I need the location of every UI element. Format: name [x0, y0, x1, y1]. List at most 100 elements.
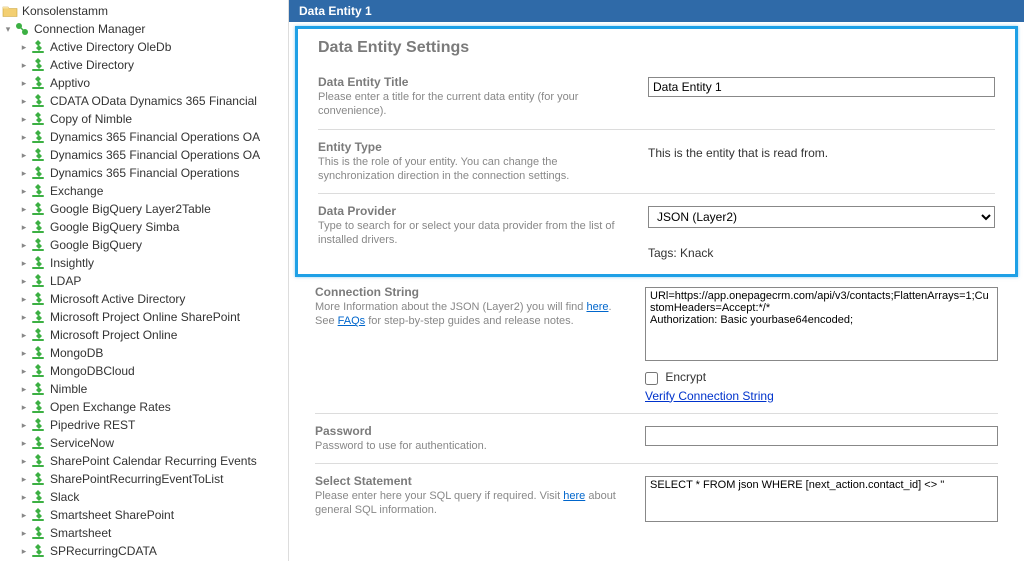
connection-icon [30, 525, 46, 541]
chevron-right-icon[interactable]: ▸ [18, 41, 30, 53]
tree-leaf[interactable]: ▸ Microsoft Project Online SharePoint [0, 308, 288, 326]
select-label: Select Statement [315, 474, 625, 488]
chevron-right-icon[interactable]: ▸ [18, 95, 30, 107]
tree-leaf-label: Insightly [50, 256, 94, 270]
chevron-right-icon[interactable]: ▸ [18, 131, 30, 143]
tree-leaf[interactable]: ▸Microsoft Project Online [0, 326, 288, 344]
connstr-desc: More Information about the JSON (Layer2)… [315, 300, 625, 329]
tree-leaf[interactable]: ▸Dynamics 365 Financial Operations [0, 164, 288, 182]
connection-icon [30, 201, 46, 217]
tree-leaf[interactable]: ▸Slack [0, 488, 288, 506]
tree-leaf-label: Google BigQuery [50, 238, 142, 252]
tree-leaf[interactable]: ▸Active Directory OleDb [0, 38, 288, 56]
tree-leaf[interactable]: ▸LDAP [0, 272, 288, 290]
connstr-faqs-link[interactable]: FAQs [338, 315, 366, 327]
chevron-right-icon[interactable]: ▸ [18, 293, 30, 305]
chevron-right-icon[interactable]: ▸ [18, 239, 30, 251]
folder-icon [2, 4, 18, 18]
connection-icon [30, 507, 46, 523]
chevron-right-icon[interactable]: ▸ [18, 59, 30, 71]
connection-icon [30, 435, 46, 451]
tree-leaf[interactable]: ▸Google BigQuery Simba [0, 218, 288, 236]
connection-icon [30, 291, 46, 307]
tree-leaf[interactable]: ▸ Smartsheet SharePoint [0, 506, 288, 524]
verify-connstr-link[interactable]: Verify Connection String [645, 389, 774, 403]
connection-icon [30, 75, 46, 91]
chevron-right-icon[interactable]: ▸ [18, 545, 30, 557]
tree-leaf[interactable]: ▸Dynamics 365 Financial Operations OA [0, 128, 288, 146]
chevron-right-icon[interactable]: ▸ [18, 365, 30, 377]
main-panel: Data Entity 1 Data Entity Settings Data … [288, 0, 1024, 561]
chevron-right-icon[interactable]: ▸ [18, 203, 30, 215]
tree-leaf[interactable]: ▸Microsoft Active Directory [0, 290, 288, 308]
tree-leaf-label: Smartsheet SharePoint [50, 508, 174, 522]
connstr-here-link[interactable]: here [586, 301, 608, 313]
connection-icon [30, 345, 46, 361]
tree-connmgr[interactable]: ▾ Connection Manager [0, 20, 288, 38]
chevron-right-icon[interactable]: ▸ [18, 167, 30, 179]
password-input[interactable] [645, 426, 998, 446]
tree-leaf[interactable]: ▸Google BigQuery Layer2Table [0, 200, 288, 218]
tree-leaf[interactable]: ▸ Open Exchange Rates [0, 398, 288, 416]
connstr-textarea[interactable] [645, 287, 998, 361]
tree-leaf-label: CDATA OData Dynamics 365 Financial [50, 94, 257, 108]
chevron-right-icon[interactable]: ▸ [18, 383, 30, 395]
tree-sidebar[interactable]: Konsolenstamm ▾ Connection Manager ▸Acti… [0, 0, 288, 561]
tree-leaf[interactable]: ▸Pipedrive REST [0, 416, 288, 434]
tree-leaf[interactable]: ▸MongoDB [0, 344, 288, 362]
tree-leaf[interactable]: ▸SharePoint Calendar Recurring Events [0, 452, 288, 470]
chevron-right-icon[interactable]: ▸ [18, 527, 30, 539]
chevron-right-icon[interactable]: ▸ [18, 113, 30, 125]
chevron-down-icon[interactable]: ▾ [2, 23, 14, 35]
tree-connmgr-label: Connection Manager [34, 22, 145, 36]
tree-leaf[interactable]: ▸Copy of Nimble [0, 110, 288, 128]
chevron-right-icon[interactable]: ▸ [18, 149, 30, 161]
tree-leaf-label: Open Exchange Rates [50, 400, 171, 414]
chevron-right-icon[interactable]: ▸ [18, 329, 30, 341]
tree-leaf[interactable]: ▸Dynamics 365 Financial Operations OA [0, 146, 288, 164]
tree-leaf-label: MongoDBCloud [50, 364, 135, 378]
chevron-right-icon[interactable]: ▸ [18, 77, 30, 89]
chevron-right-icon[interactable]: ▸ [18, 509, 30, 521]
tree-leaf[interactable]: ▸ Exchange [0, 182, 288, 200]
provider-tags: Tags: Knack [648, 246, 995, 260]
chevron-right-icon[interactable]: ▸ [18, 221, 30, 233]
connection-icon [30, 111, 46, 127]
chevron-right-icon[interactable]: ▸ [18, 347, 30, 359]
tree-leaf-label: Microsoft Project Online SharePoint [50, 310, 240, 324]
tree-leaf[interactable]: ▸ Nimble [0, 380, 288, 398]
tree-root[interactable]: Konsolenstamm [0, 2, 288, 20]
chevron-right-icon[interactable]: ▸ [18, 473, 30, 485]
tree-leaf-label: Nimble [50, 382, 87, 396]
chevron-right-icon[interactable]: ▸ [18, 491, 30, 503]
chevron-right-icon[interactable]: ▸ [18, 185, 30, 197]
connection-icon [30, 129, 46, 145]
chevron-right-icon[interactable]: ▸ [18, 455, 30, 467]
entity-tab[interactable]: Data Entity 1 [289, 0, 1024, 22]
encrypt-checkbox[interactable] [645, 372, 658, 385]
chevron-right-icon[interactable]: ▸ [18, 311, 30, 323]
tree-leaf[interactable]: ▸SPRecurringCDATA [0, 542, 288, 560]
tree-leaf[interactable]: ▸ MongoDBCloud [0, 362, 288, 380]
chevron-right-icon[interactable]: ▸ [18, 437, 30, 449]
select-textarea[interactable] [645, 476, 998, 522]
select-here-link[interactable]: here [563, 490, 585, 502]
connection-icon [30, 363, 46, 379]
chevron-right-icon[interactable]: ▸ [18, 401, 30, 413]
tree-leaf[interactable]: ▸ Google BigQuery [0, 236, 288, 254]
title-input[interactable] [648, 77, 995, 97]
connection-icon [30, 471, 46, 487]
provider-select[interactable]: JSON (Layer2) [648, 206, 995, 228]
tree-leaf[interactable]: ▸SharePointRecurringEventToList [0, 470, 288, 488]
chevron-right-icon[interactable]: ▸ [18, 257, 30, 269]
chevron-right-icon[interactable]: ▸ [18, 275, 30, 287]
tree-leaf[interactable]: ▸ CDATA OData Dynamics 365 Financial [0, 92, 288, 110]
tree-leaf[interactable]: ▸Smartsheet [0, 524, 288, 542]
tree-leaf-label: Exchange [50, 184, 103, 198]
tree-leaf-label: Apptivo [50, 76, 90, 90]
tree-leaf[interactable]: ▸Active Directory [0, 56, 288, 74]
tree-leaf[interactable]: ▸ServiceNow [0, 434, 288, 452]
tree-leaf[interactable]: ▸ Apptivo [0, 74, 288, 92]
tree-leaf[interactable]: ▸ Insightly [0, 254, 288, 272]
chevron-right-icon[interactable]: ▸ [18, 419, 30, 431]
